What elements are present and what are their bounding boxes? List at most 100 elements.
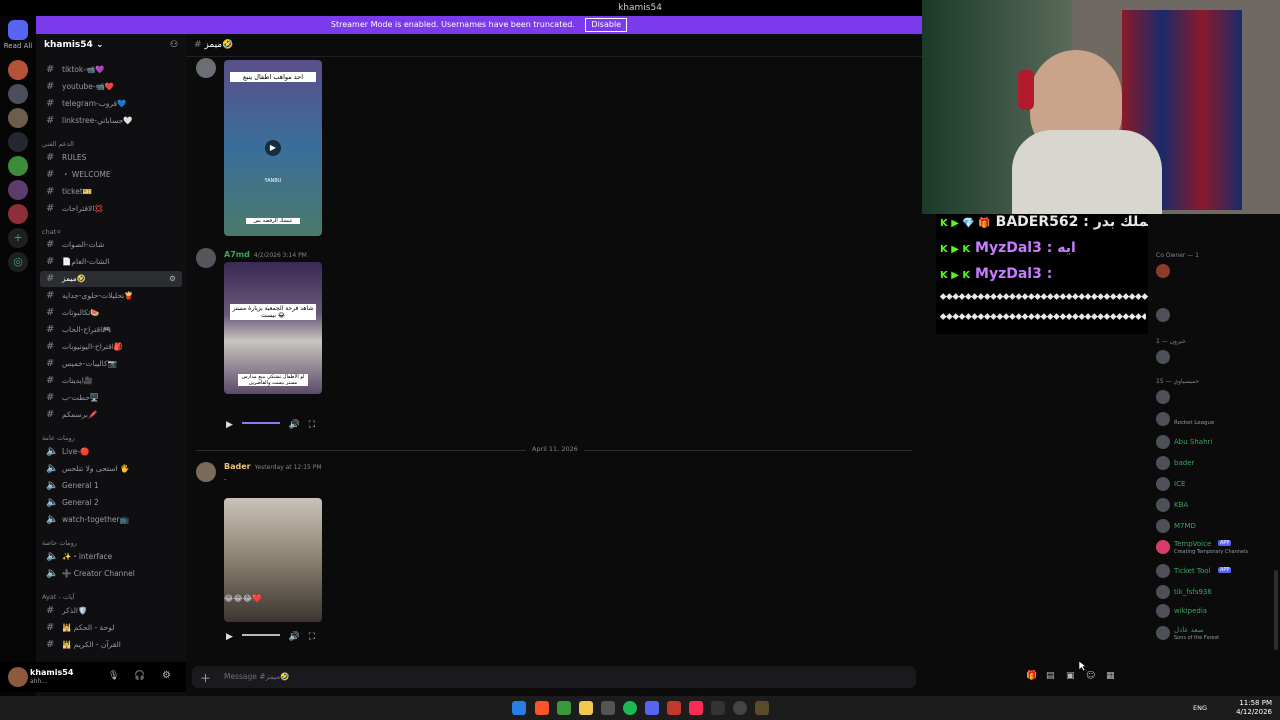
server-icon[interactable] <box>8 204 28 224</box>
voice-live[interactable]: 🔈 Live-🔴 <box>40 444 182 460</box>
channel-tiktok[interactable]: # tiktok-📹💜 <box>40 62 182 78</box>
channel-rules[interactable]: # RULES <box>40 150 182 166</box>
play-icon[interactable]: ▶ <box>226 420 233 430</box>
channel-linkstree[interactable]: # linkstree-حساباتي🤍 <box>40 113 182 129</box>
channel-chat-5[interactable]: # تكالبوتات🍉 <box>40 305 182 321</box>
member-row[interactable] <box>1156 264 1280 280</box>
channel-chat-11[interactable]: # برسمكم🖍️ <box>40 407 182 423</box>
video-attachment[interactable]: 😂😂😂❤️ <box>224 498 322 622</box>
member-row[interactable] <box>1156 308 1280 324</box>
member-row[interactable]: M7MD <box>1156 519 1280 535</box>
calendar-icon[interactable] <box>601 701 615 715</box>
volume-icon[interactable]: 🔊 <box>289 632 300 642</box>
channel-chat-4[interactable]: # تحليلات-حلوى-جدايه🍟 <box>40 288 182 304</box>
member-row[interactable] <box>1156 350 1280 366</box>
app-icon[interactable] <box>755 701 769 715</box>
author-name[interactable]: Bader <box>224 462 251 471</box>
voice-interface[interactable]: 🔈 ✨・interface <box>40 549 182 565</box>
headphones-icon[interactable]: 🎧 <box>134 671 145 681</box>
app-icon[interactable] <box>557 701 571 715</box>
file-explorer-icon[interactable] <box>579 701 593 715</box>
category-chat[interactable]: chat⚪ <box>42 228 62 236</box>
system-clock[interactable]: 11:58 PM 4/12/2026 <box>1236 699 1272 717</box>
channel-chat-8[interactable]: # كاليبات-خميس📷 <box>40 356 182 372</box>
video-attachment[interactable]: احد مواهب اطفال ينبع ▶ YANBU عيشك الرقصة… <box>224 60 322 236</box>
category-private-voice[interactable]: رومات خاصة <box>42 539 77 547</box>
recording-app-icon[interactable] <box>667 701 681 715</box>
category-support[interactable]: الدعم الفني <box>42 140 74 148</box>
fullscreen-icon[interactable]: ⛶ <box>309 420 315 430</box>
discord-icon[interactable] <box>645 701 659 715</box>
channel-telegram[interactable]: # telegram-قروب💙 <box>40 96 182 112</box>
member-row[interactable]: Rocket League <box>1156 412 1280 428</box>
member-row[interactable]: tik_fsfs936 <box>1156 585 1280 601</box>
voice-general-2[interactable]: 🔈 General 2 <box>40 495 182 511</box>
sticker-icon[interactable]: ▣ <box>1066 671 1075 681</box>
progress-bar[interactable] <box>241 634 280 636</box>
member-row[interactable]: TempVoice APP Creating Temporary Channels <box>1156 540 1280 560</box>
channel-chat-7[interactable]: # اقتراح-اليوتيوبات🎒 <box>40 339 182 355</box>
disable-streamer-button[interactable]: Disable <box>585 18 628 32</box>
member-row[interactable]: Ticket Tool APP <box>1156 564 1280 580</box>
server-icon[interactable] <box>8 108 28 128</box>
add-server-icon[interactable]: + <box>8 228 28 248</box>
fullscreen-icon[interactable]: ⛶ <box>309 632 315 642</box>
channel-youtube[interactable]: # youtube-📹❤️ <box>40 79 182 95</box>
voice-creator-channel[interactable]: 🔈 ➕ Creator Channel <box>40 566 182 582</box>
category-ayat[interactable]: Ayat - آيات <box>42 593 75 601</box>
discover-icon[interactable]: ◎ <box>8 252 28 272</box>
add-attachment-icon[interactable]: ＋ <box>200 670 211 686</box>
server-name-dropdown[interactable]: khamis54 ⌄ <box>44 40 104 50</box>
channel-ayat-1[interactable]: # الذكر🛡️ <box>40 603 182 619</box>
brave-browser-icon[interactable] <box>535 701 549 715</box>
voice-channel[interactable]: 🔈 استحى ولا تتلحس 🖐️ <box>40 461 182 477</box>
author-avatar[interactable] <box>196 58 216 78</box>
play-icon[interactable]: ▶ <box>265 140 281 156</box>
read-all-button[interactable]: Read All <box>0 42 36 50</box>
member-row[interactable]: KBA <box>1156 498 1280 514</box>
windows-start-icon[interactable] <box>512 701 526 715</box>
tiktok-icon[interactable] <box>689 701 703 715</box>
member-row[interactable] <box>1156 390 1280 406</box>
app-icon[interactable] <box>711 701 725 715</box>
author-avatar[interactable] <box>196 462 216 482</box>
voice-general-1[interactable]: 🔈 General 1 <box>40 478 182 494</box>
server-icon[interactable] <box>8 180 28 200</box>
emoji-icon[interactable]: ☺ <box>1086 671 1095 681</box>
spotify-icon[interactable] <box>623 701 637 715</box>
author-avatar[interactable] <box>196 248 216 268</box>
channel-chat-10[interactable]: # حطت-ب🖥️ <box>40 390 182 406</box>
channel-chat-2[interactable]: # 📄الشات-العام <box>40 254 182 270</box>
channel-ayat-3[interactable]: # 🕌 القرآن - الكريم <box>40 637 182 653</box>
channel-chat-9[interactable]: # ايديتات🎥 <box>40 373 182 389</box>
apps-icon[interactable]: ▦ <box>1106 671 1115 681</box>
play-icon[interactable]: ▶ <box>226 632 233 642</box>
channel-chat-6[interactable]: # اقتراح-الحاب🎮 <box>40 322 182 338</box>
author-name[interactable]: A7md <box>224 250 250 259</box>
gif-icon[interactable]: ▤ <box>1046 671 1055 681</box>
server-icon[interactable] <box>8 84 28 104</box>
server-icon[interactable] <box>8 60 28 80</box>
gift-icon[interactable]: 🎁 <box>1026 671 1037 681</box>
channel-welcome[interactable]: # ・ WELCOME <box>40 167 182 183</box>
channel-chat-1[interactable]: # شات-الصوات <box>40 237 182 253</box>
member-row[interactable]: bader <box>1156 456 1280 472</box>
channel-ayat-2[interactable]: # 🕌 لوحة - الحكم <box>40 620 182 636</box>
member-row[interactable]: سعد عادل Sons of the Forest <box>1156 626 1280 646</box>
video-attachment[interactable]: شاهد فرحة الجمعية بزيارة مستر بيست 😂 لو … <box>224 262 322 394</box>
voice-watch-together[interactable]: 🔈 watch-together📺 <box>40 512 182 528</box>
progress-bar[interactable] <box>241 422 280 424</box>
obs-icon[interactable] <box>733 701 747 715</box>
channel-suggestions[interactable]: # الاقتراحات💢 <box>40 201 182 217</box>
channel-memes-selected[interactable]: # ميمز🤣 ⚙ <box>40 271 182 287</box>
message-composer[interactable]: ＋ Message #ميمز🤣 🎁 ▤ ▣ ☺ ▦ <box>192 666 1115 688</box>
channel-ticket[interactable]: # ticket🎫 <box>40 184 182 200</box>
microphone-icon[interactable]: 🎙 <box>108 671 119 681</box>
message-input-placeholder[interactable]: Message #ميمز🤣 <box>224 672 290 681</box>
server-icon[interactable] <box>8 132 28 152</box>
user-avatar[interactable] <box>8 667 28 687</box>
category-public-voice[interactable]: رومات عامة <box>42 434 75 442</box>
server-icon[interactable] <box>8 156 28 176</box>
channel-settings-icon[interactable]: ⚙ <box>169 271 176 287</box>
member-list-scrollbar[interactable] <box>1274 570 1278 650</box>
